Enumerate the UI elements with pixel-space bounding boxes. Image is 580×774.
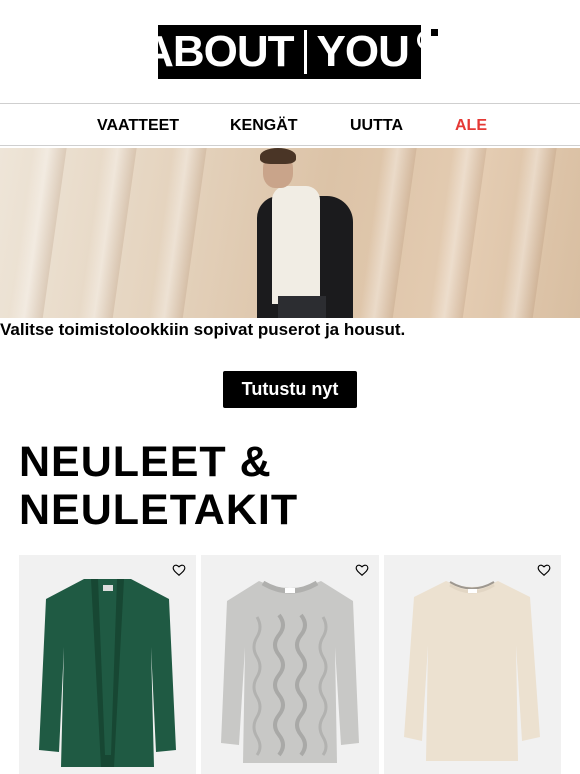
heart-icon[interactable] <box>355 563 369 577</box>
product-card-beige-sweater[interactable] <box>384 555 561 774</box>
nav-item-ale[interactable]: ALE <box>455 117 487 135</box>
heart-icon[interactable] <box>537 563 551 577</box>
nav-item-vaatteet[interactable]: VAATTEET <box>97 117 179 135</box>
logo-circle-icon <box>416 29 438 50</box>
section-title: NEULEET & NEULETAKIT <box>19 438 299 534</box>
product-card-grey-cable-knit[interactable] <box>201 555 379 774</box>
beige-sweater-image <box>404 581 540 761</box>
logo-divider <box>303 30 307 74</box>
email-page: ABOUT YOU VAATTEET KENGÄT UUTTA ALE Vali… <box>0 0 580 774</box>
hero-model-trousers <box>278 296 326 318</box>
main-nav: VAATTEET KENGÄT UUTTA ALE <box>0 103 580 146</box>
heart-icon[interactable] <box>172 563 186 577</box>
logo-word-you: YOU <box>316 27 410 76</box>
grey-sweater-image <box>221 580 359 763</box>
logo-word-about: ABOUT <box>142 27 294 76</box>
about-you-logo[interactable]: ABOUT YOU <box>142 25 438 79</box>
explore-now-button[interactable]: Tutustu nyt <box>223 371 357 408</box>
green-cardigan-image <box>39 579 176 767</box>
nav-item-kengat[interactable]: KENGÄT <box>230 117 298 135</box>
hero-caption: Valitse toimistolookkiin sopivat puserot… <box>0 320 406 339</box>
nav-item-uutta[interactable]: UUTTA <box>350 117 403 135</box>
product-card-green-cardigan[interactable] <box>19 555 196 774</box>
hero-model-hair <box>260 148 296 164</box>
hero-model-sweater <box>272 186 320 304</box>
